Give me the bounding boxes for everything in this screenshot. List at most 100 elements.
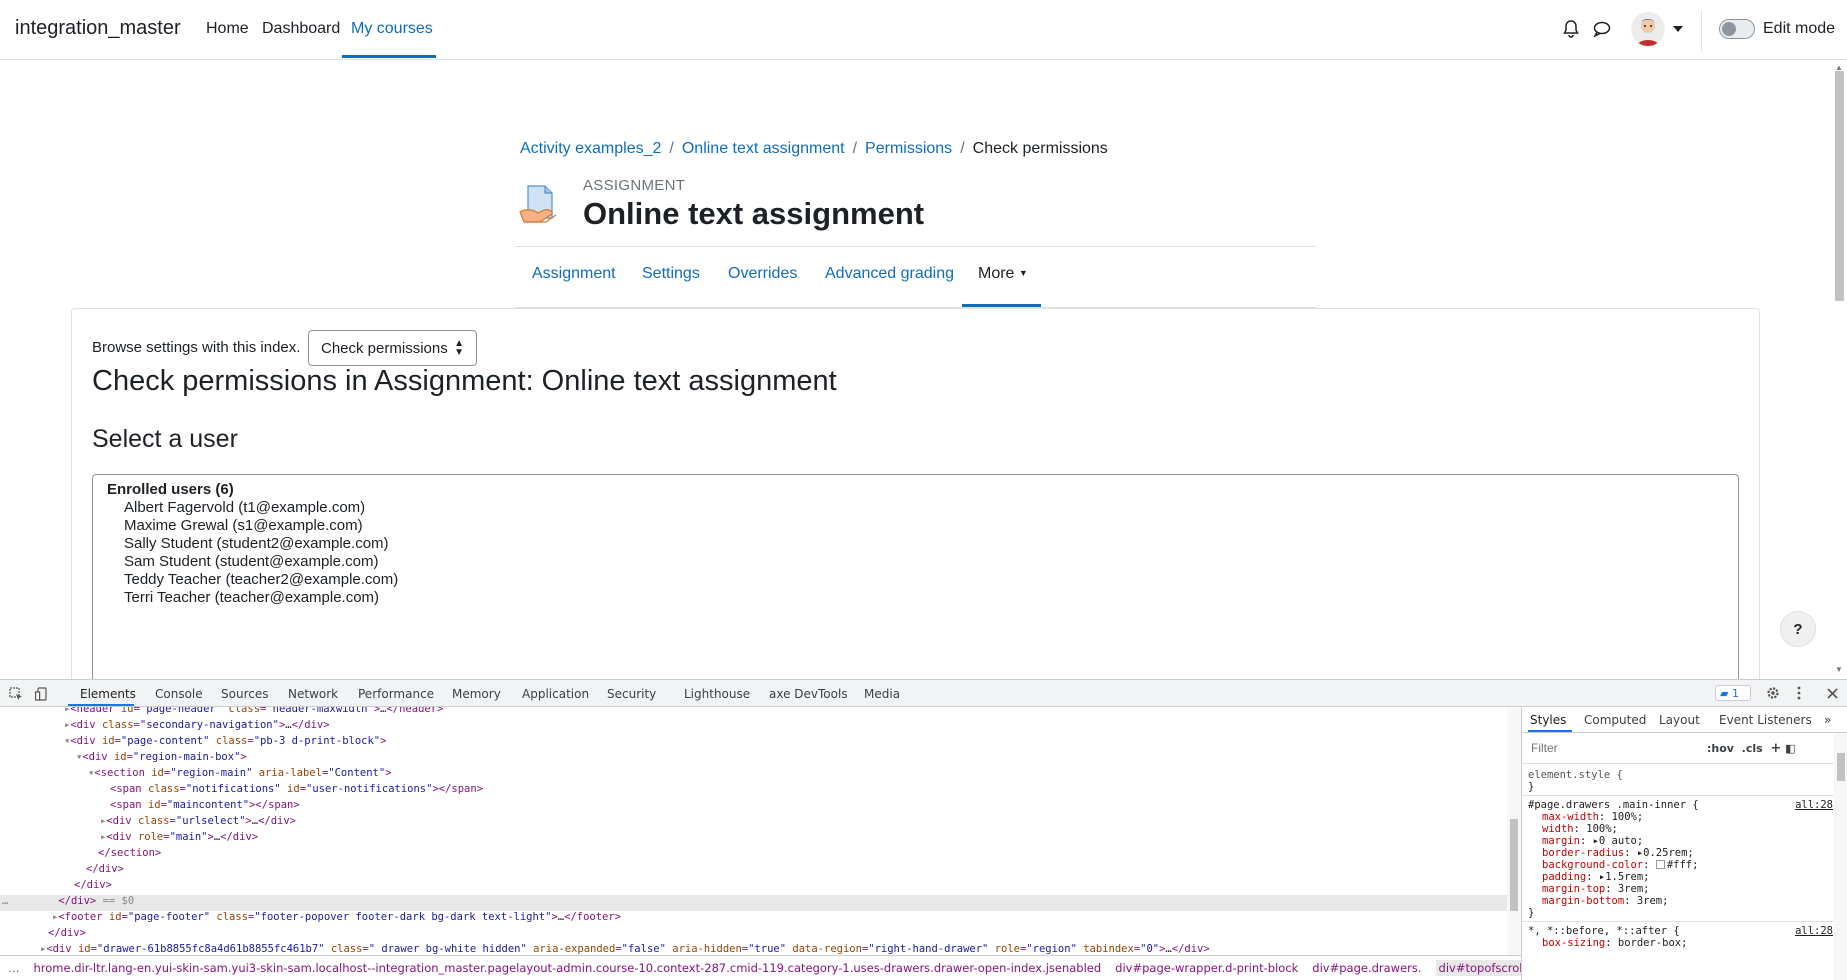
devtools-tab-lighthouse[interactable]: Lighthouse [684, 687, 750, 701]
tab-overrides[interactable]: Overrides [728, 265, 797, 283]
css-rule-selector[interactable]: #page.drawers .main-inner { [1528, 799, 1699, 811]
dom-node[interactable]: <span class="notifications" id="user-not… [110, 783, 483, 799]
crumb-html[interactable]: hrome.dir-ltr.lang-en.yui-skin-sam.yui3-… [34, 961, 1102, 975]
breadcrumb-course[interactable]: Activity examples_2 [520, 140, 661, 157]
user-option[interactable]: Terri Teacher (teacher@example.com) [124, 589, 379, 606]
dom-tree[interactable]: ▸<header id="page-header" class="header-… [0, 707, 1507, 955]
tab-advanced-grading[interactable]: Advanced grading [825, 265, 954, 283]
devtools-tab-security[interactable]: Security [607, 687, 656, 701]
user-option[interactable]: Teddy Teacher (teacher2@example.com) [124, 571, 398, 588]
css-prop[interactable]: margin-bottom: 3rem; [1542, 895, 1668, 907]
styles-active-indicator [1528, 730, 1572, 732]
dom-node[interactable]: ▸<div class="urlselect">…</div> [100, 815, 296, 831]
tab-more[interactable]: More ▼ [978, 265, 1028, 283]
more-tabs-icon[interactable]: » [1824, 713, 1831, 727]
styles-tab-styles[interactable]: Styles [1530, 713, 1566, 727]
inspect-element-icon[interactable] [8, 686, 24, 702]
user-option[interactable]: Albert Fagervold (t1@example.com) [124, 499, 365, 516]
edit-mode-toggle[interactable] [1719, 19, 1755, 39]
page-scrollbar[interactable]: ▲ ▼ [1832, 61, 1847, 679]
dom-node[interactable]: ▾<div id="region-main-box"> [76, 751, 247, 767]
header-divider [515, 246, 1316, 247]
hov-toggle[interactable]: :hov [1707, 742, 1734, 755]
dom-node-selected[interactable]: … </div> == $0 [0, 895, 1507, 911]
styles-tab-computed[interactable]: Computed [1584, 713, 1646, 727]
scrollbar-thumb[interactable] [1510, 819, 1518, 911]
cls-toggle[interactable]: .cls [1742, 742, 1763, 755]
devtools-tab-performance[interactable]: Performance [358, 687, 434, 701]
chevron-down-icon[interactable] [1672, 23, 1684, 35]
dom-breadcrumbs: … hrome.dir-ltr.lang-en.yui-skin-sam.yui3… [0, 955, 1521, 980]
crumb-ellipsis[interactable]: … [8, 961, 20, 975]
dom-node[interactable]: ▸<header id="page-header" class="header-… [64, 707, 443, 719]
devtools-tab-axe[interactable]: axe DevTools [769, 687, 848, 701]
breadcrumb-permissions[interactable]: Permissions [865, 140, 952, 157]
css-source-link[interactable]: all:28 [1795, 799, 1833, 811]
tab-assignment[interactable]: Assignment [532, 265, 616, 283]
scrollbar-thumb[interactable] [1835, 71, 1844, 301]
close-icon[interactable] [1824, 685, 1840, 701]
dom-node[interactable]: ▸<div role="main">…</div> [100, 831, 258, 847]
devtools-tab-application[interactable]: Application [522, 687, 589, 701]
devtools-tab-console[interactable]: Console [155, 687, 203, 701]
issues-badge[interactable]: ▰ 1 [1715, 685, 1751, 701]
scrollbar-thumb[interactable] [1837, 753, 1845, 781]
user-option[interactable]: Sally Student (student2@example.com) [124, 535, 389, 552]
devtools-tab-elements[interactable]: Elements [80, 687, 136, 701]
dom-node[interactable]: ▸<div id="drawer-61b8855fc8a4d61b8855fc4… [40, 943, 1210, 955]
css-prop[interactable]: box-sizing: border-box; [1542, 937, 1687, 949]
dom-node[interactable]: </div> [74, 879, 112, 895]
nav-dashboard[interactable]: Dashboard [262, 20, 340, 38]
new-rule-icon[interactable]: + [1770, 741, 1781, 756]
css-rule-selector[interactable]: *, *::before, *::after { [1528, 925, 1680, 937]
nav-my-courses[interactable]: My courses [351, 20, 433, 38]
device-toolbar-icon[interactable] [34, 686, 50, 702]
css-source-link[interactable]: all:28 [1795, 925, 1833, 937]
css-prop[interactable]: max-width: 100%; [1542, 811, 1643, 823]
crumb-page[interactable]: div#page.drawers. [1312, 961, 1421, 975]
settings-index-select[interactable]: Check permissions ▲ ▼ [308, 330, 477, 366]
devtools-tab-memory[interactable]: Memory [452, 687, 501, 701]
breadcrumb-activity[interactable]: Online text assignment [682, 140, 845, 157]
dom-node[interactable]: ▾<section id="region-main" aria-label="C… [88, 767, 392, 783]
css-prop[interactable]: margin-top: 3rem; [1542, 883, 1649, 895]
color-swatch[interactable] [1655, 860, 1665, 869]
gear-icon[interactable] [1765, 685, 1781, 701]
styles-filter-input[interactable] [1527, 738, 1697, 758]
user-avatar[interactable] [1631, 12, 1665, 46]
css-prop[interactable]: border-radius: ▸0.25rem; [1542, 847, 1694, 859]
toggle-sidebar-icon[interactable]: ◧ [1785, 742, 1795, 755]
nav-active-indicator [342, 55, 436, 58]
chat-icon[interactable] [1591, 19, 1613, 39]
site-brand[interactable]: integration_master [15, 17, 181, 40]
tab-settings[interactable]: Settings [642, 265, 700, 283]
dom-node[interactable]: </section> [98, 847, 161, 863]
dom-node[interactable]: <span id="maincontent"></span> [110, 799, 300, 815]
dom-node[interactable]: </div> [86, 863, 124, 879]
crumb-topofscroll[interactable]: div#topofscroll.main-inner [1435, 960, 1521, 976]
nav-home[interactable]: Home [206, 20, 249, 38]
dom-scrollbar[interactable] [1507, 707, 1521, 955]
dom-node[interactable]: </div> [48, 927, 86, 943]
css-prop[interactable]: padding: ▸1.5rem; [1542, 871, 1650, 883]
bell-icon[interactable] [1561, 19, 1581, 39]
devtools-tab-sources[interactable]: Sources [221, 687, 268, 701]
dom-node[interactable]: ▸<footer id="page-footer" class="footer-… [52, 911, 621, 927]
crumb-page-wrapper[interactable]: div#page-wrapper.d-print-block [1115, 961, 1298, 975]
styles-scrollbar[interactable] [1834, 733, 1847, 980]
devtools-tab-media[interactable]: Media [864, 687, 900, 701]
user-option[interactable]: Sam Student (student@example.com) [124, 553, 379, 570]
css-prop[interactable]: background-color: #fff; [1542, 859, 1698, 871]
styles-tab-layout[interactable]: Layout [1659, 713, 1700, 727]
dom-node[interactable]: ▸<div class="secondary-navigation">…</di… [64, 719, 330, 735]
user-option[interactable]: Maxime Grewal (s1@example.com) [124, 517, 363, 534]
kebab-menu-icon[interactable] [1791, 685, 1807, 701]
scroll-down-icon[interactable]: ▼ [1835, 665, 1843, 674]
css-prop[interactable]: width: 100%; [1542, 823, 1618, 835]
element-style-rule[interactable]: element.style { [1528, 769, 1623, 781]
dom-node[interactable]: ▾<div id="page-content" class="pb-3 d-pr… [64, 735, 386, 751]
styles-tab-event-listeners[interactable]: Event Listeners [1719, 713, 1812, 727]
css-prop[interactable]: margin: ▸0 auto; [1542, 835, 1643, 847]
help-button[interactable]: ? [1780, 611, 1816, 647]
devtools-tab-network[interactable]: Network [288, 687, 338, 701]
